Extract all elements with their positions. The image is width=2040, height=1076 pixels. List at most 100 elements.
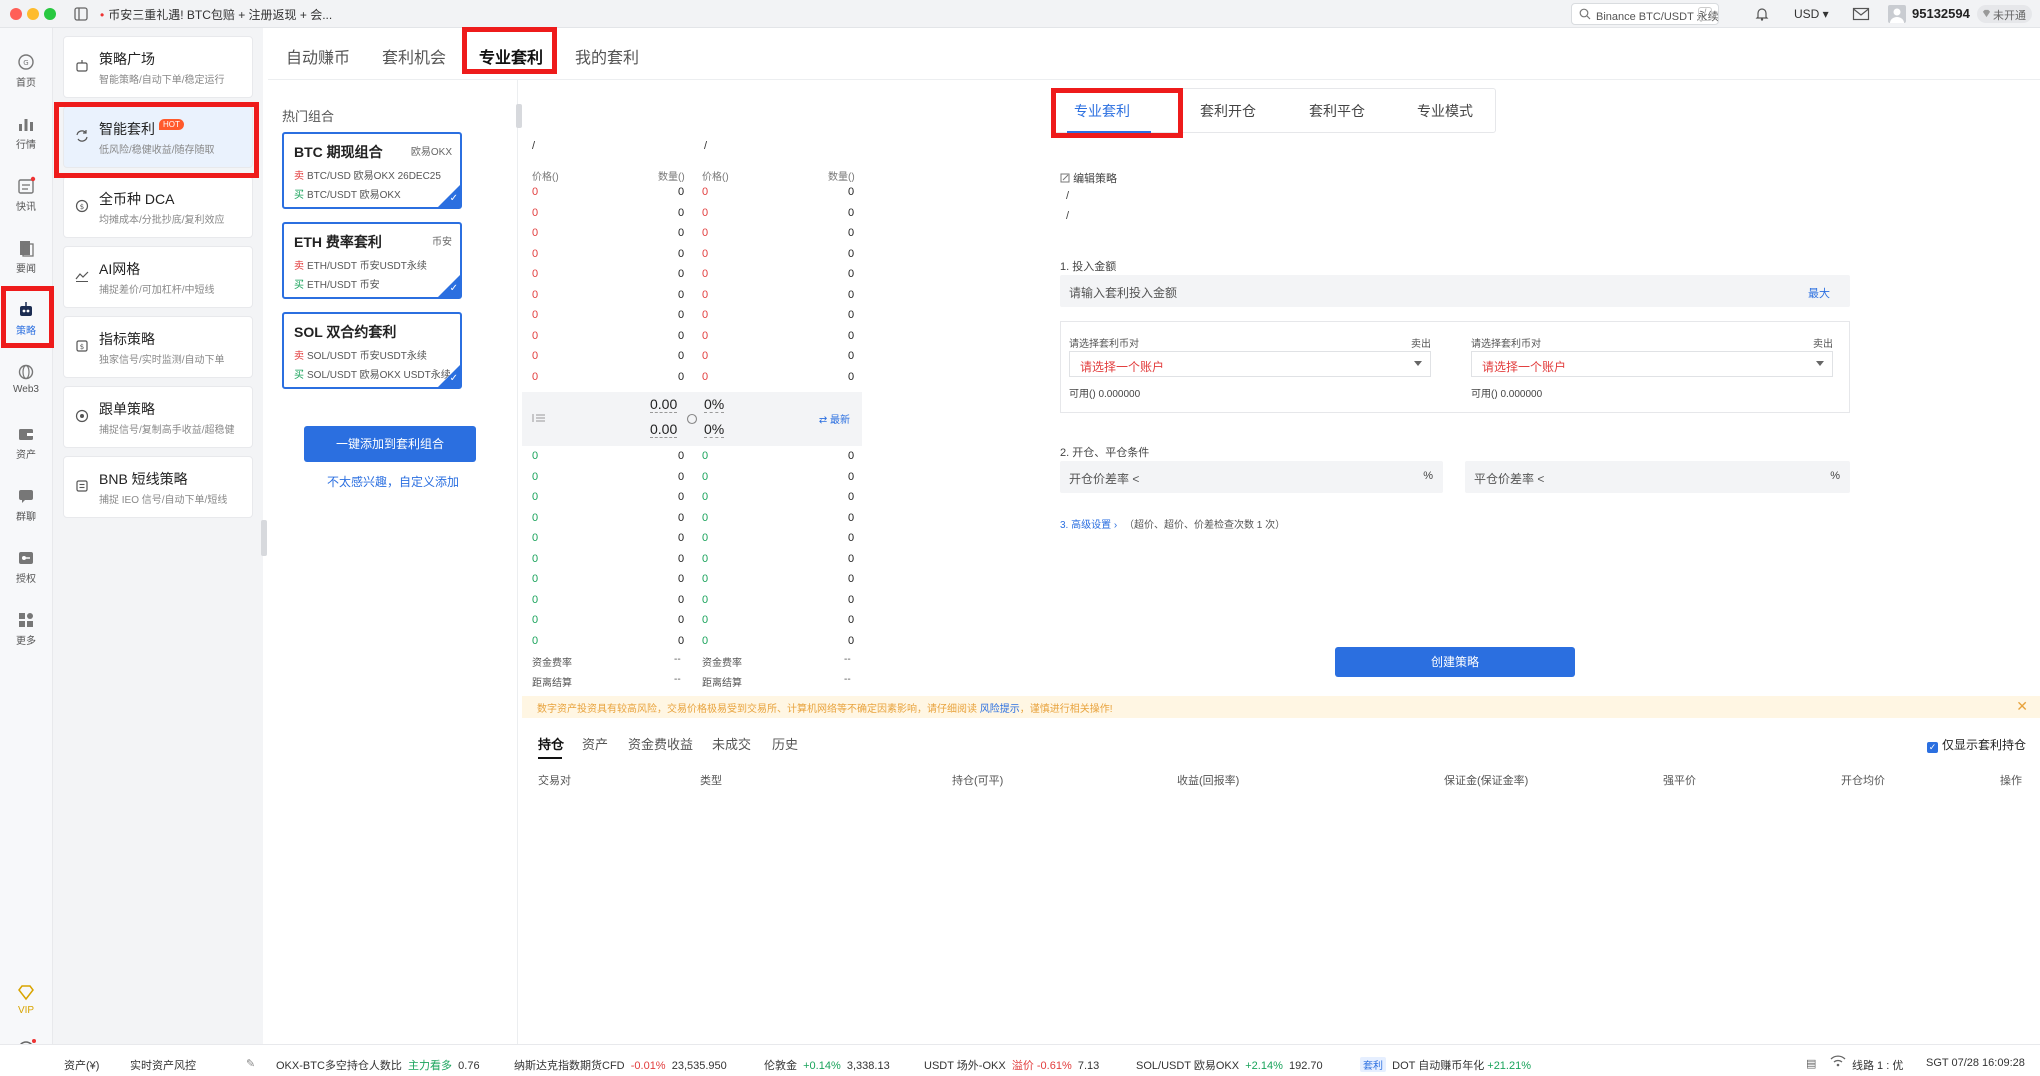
assets-label[interactable]: 资产(¥) [64,1057,99,1073]
ask-row[interactable]: 0 0 0 0 [522,326,862,346]
avatar[interactable] [1888,5,1906,23]
promo-notice[interactable]: • 币安三重礼遇! BTC包赔 + 注册返现 + 会... [100,6,332,23]
max-button[interactable]: 最大 [1808,285,1830,301]
menu-collapse-handle[interactable] [261,520,267,556]
ask-row[interactable]: 0 0 0 0 [522,244,862,264]
ask-row[interactable]: 0 0 0 0 [522,264,862,284]
tab-pro-arbitrage[interactable]: 专业套利 [479,44,543,68]
only-arbitrage-checkbox[interactable]: ✓ 仅显示套利持仓 [1926,736,2026,753]
ticker-usdt-otc[interactable]: USDT 场外-OKX 溢价 -0.61% 7.13 [924,1057,1099,1073]
rail-item-market[interactable]: 行情 [0,114,52,151]
ask-row[interactable]: 0 0 0 0 [522,182,862,202]
add-to-combo-button[interactable]: 一键添加到套利组合 [304,426,476,462]
menu-item-smart-arbitrage[interactable]: 智能套利 HOT 低风险/稳健收益/随存随取 [63,106,253,168]
menu-item-bnb-short-term[interactable]: BNB 短线策略 捕捉 IEO 信号/自动下单/短线 [63,456,253,518]
tab-funding-income[interactable]: 资金费收益 [628,734,693,753]
combo-card-sol[interactable]: SOL 双合约套利 卖 SOL/USDT 币安USDT永续 买 SOL/USDT 欧… [282,312,462,389]
close-spread-input[interactable]: 平仓价差率 < % [1465,461,1850,493]
close-window-button[interactable] [10,8,22,20]
rail-item-headlines[interactable]: 要闻 [0,238,52,275]
minimize-window-button[interactable] [27,8,39,20]
menu-item-copy-trading[interactable]: 跟单策略 捕捉信号/复制高手收益/超稳健 [63,386,253,448]
connection-line[interactable]: 线路 1 : 优 [1852,1057,1903,1073]
account-select-1[interactable]: 请选择一个账户 [1069,351,1431,377]
tab-my-arbitrage[interactable]: 我的套利 [575,44,639,68]
tab-positions[interactable]: 持仓 [538,734,564,753]
amount-input[interactable]: 请输入套利投入金额 最大 [1060,275,1850,307]
bid-row[interactable]: 0 0 0 0 [522,487,862,507]
ask-row[interactable]: 0 0 0 0 [522,285,862,305]
combo-card-btc[interactable]: BTC 期现组合 欧易OKX 卖 BTC/USD 欧易OKX 26DEC25 买B… [282,132,462,209]
ticker-dot-earn[interactable]: 套利 DOT 自动赚币年化 +21.21% [1360,1057,1531,1073]
user-id[interactable]: 95132594 [1912,6,1970,21]
bid-row[interactable]: 0 0 0 0 [522,590,862,610]
close-icon[interactable]: ✕ [2016,698,2028,715]
rail-item-flash-news[interactable]: 快讯 [0,176,52,213]
rail-item-home[interactable]: G 首页 [0,52,52,89]
bid-row[interactable]: 0 0 0 0 [522,631,862,651]
pencil-icon[interactable]: ✎ [246,1057,255,1070]
sidebar-toggle-icon[interactable] [73,6,89,22]
ask-row[interactable]: 0 0 0 0 [522,305,862,325]
rail-item-vip[interactable]: VIP [0,983,52,1016]
layout-icon[interactable]: ▤ [1806,1057,1816,1070]
swap-circle-icon[interactable] [686,413,698,425]
subtab-close-position[interactable]: 套利平仓 [1309,101,1365,121]
currency-select[interactable]: USD ▾ [1794,7,1829,21]
bid-row[interactable]: 0 0 0 0 [522,549,862,569]
ticker-nasdaq[interactable]: 纳斯达克指数期货CFD -0.01% 23,535.950 [514,1057,727,1073]
side-label[interactable]: 卖出 [1411,335,1431,350]
search-input[interactable]: Binance BTC/USDT 永续 / [1571,3,1719,25]
latest-toggle[interactable]: ⇄ 最新 [819,411,850,426]
open-spread-input[interactable]: 开仓价差率 < % [1060,461,1443,493]
tab-open-orders[interactable]: 未成交 [712,734,751,753]
ask-row[interactable]: 0 0 0 0 [522,223,862,243]
rail-item-group-chat[interactable]: 群聊 [0,486,52,523]
bid-row[interactable]: 0 0 0 0 [522,610,862,630]
tab-auto-earn[interactable]: 自动赚币 [286,44,350,68]
bell-icon[interactable] [1754,6,1770,22]
rail-item-authorize[interactable]: 授权 [0,548,52,585]
rail-item-web3[interactable]: Web3 [0,362,52,395]
right-pair-header[interactable]: / [704,140,707,152]
maximize-window-button[interactable] [44,8,56,20]
mail-icon[interactable] [1852,6,1870,22]
advanced-settings-toggle[interactable]: 3. 高级设置 › （超价、超价、价差检查次数 1 次） [1060,516,1285,531]
depth-icon[interactable] [532,412,546,424]
custom-add-link[interactable]: 不太感兴趣，自定义添加 [268,473,518,490]
rail-item-more[interactable]: 更多 [0,610,52,647]
vip-status-badge[interactable]: 未开通 [1977,5,2032,23]
subtab-pro-mode[interactable]: 专业模式 [1417,101,1473,121]
menu-item-strategy-plaza[interactable]: 策略广场 智能策略/自动下单/稳定运行 [63,36,253,98]
tab-assets[interactable]: 资产 [582,734,608,753]
bid-row[interactable]: 0 0 0 0 [522,569,862,589]
subtab-pro-arbitrage[interactable]: 专业套利 [1074,101,1130,121]
account-select-2[interactable]: 请选择一个账户 [1471,351,1833,377]
rail-item-assets[interactable]: 资产 [0,424,52,461]
tab-arbitrage-opportunities[interactable]: 套利机会 [382,44,446,68]
risk-control-link[interactable]: 实时资产风控 [130,1057,196,1073]
bid-row[interactable]: 0 0 0 0 [522,528,862,548]
risk-notice-link[interactable]: 风险提示 [980,704,1020,715]
tab-history[interactable]: 历史 [772,734,798,753]
side-label[interactable]: 卖出 [1813,335,1833,350]
ask-row[interactable]: 0 0 0 0 [522,203,862,223]
menu-item-indicator-strategy[interactable]: $ 指标策略 独家信号/实时监测/自动下单 [63,316,253,378]
menu-item-dca[interactable]: $ 全币种 DCA 均摊成本/分批抄底/复利效应 [63,176,253,238]
edit-strategy-link[interactable]: 编辑策略 [1060,170,1117,186]
subtab-open-position[interactable]: 套利开仓 [1200,101,1256,121]
menu-item-ai-grid[interactable]: AI网格 捕捉差价/可加杠杆/中短线 [63,246,253,308]
rail-item-strategy[interactable]: 策略 [0,300,52,337]
bid-row[interactable]: 0 0 0 0 [522,446,862,466]
ticker-sol[interactable]: SOL/USDT 欧易OKX +2.14% 192.70 [1136,1057,1323,1073]
ask-row[interactable]: 0 0 0 0 [522,346,862,366]
combo-card-eth[interactable]: ETH 费率套利 币安 卖 ETH/USDT 币安USDT永续 买 ETH/USDT… [282,222,462,299]
bid-row[interactable]: 0 0 0 0 [522,508,862,528]
panel-collapse-handle[interactable] [516,104,522,128]
ticker-long-short[interactable]: OKX-BTC多空持仓人数比 主力看多 0.76 [276,1057,480,1073]
ask-row[interactable]: 0 0 0 0 [522,367,862,387]
left-pair-header[interactable]: / [532,140,535,152]
bid-row[interactable]: 0 0 0 0 [522,467,862,487]
create-strategy-button[interactable]: 创建策略 [1335,647,1575,677]
ticker-gold[interactable]: 伦敦金 +0.14% 3,338.13 [764,1057,890,1073]
